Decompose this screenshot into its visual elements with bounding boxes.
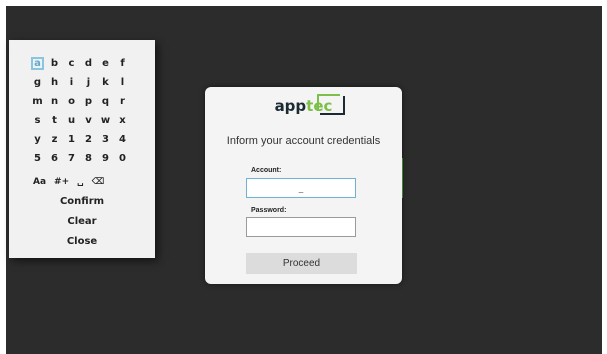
key-y[interactable]: y xyxy=(29,130,46,149)
space-icon: ␣ xyxy=(77,177,84,187)
confirm-button[interactable]: Confirm xyxy=(9,196,155,207)
key-e[interactable]: e xyxy=(97,54,114,73)
key-f[interactable]: f xyxy=(114,54,131,73)
key-z[interactable]: z xyxy=(46,130,63,149)
key-w[interactable]: w xyxy=(97,111,114,130)
key-b[interactable]: b xyxy=(46,54,63,73)
key-v[interactable]: v xyxy=(80,111,97,130)
key-3[interactable]: 3 xyxy=(97,130,114,149)
key-r[interactable]: r xyxy=(114,92,131,111)
login-dialog: apptec Inform your account credentials A… xyxy=(205,87,402,284)
apptec-logo: apptec xyxy=(205,97,402,115)
key-d[interactable]: d xyxy=(80,54,97,73)
key-8[interactable]: 8 xyxy=(80,149,97,168)
key-7[interactable]: 7 xyxy=(63,149,80,168)
key-a[interactable]: a xyxy=(31,57,44,70)
key-6[interactable]: 6 xyxy=(46,149,63,168)
key-h[interactable]: h xyxy=(46,73,63,92)
key-k[interactable]: k xyxy=(97,73,114,92)
key-o[interactable]: o xyxy=(63,92,80,111)
password-field[interactable] xyxy=(246,217,356,237)
keyboard-grid: a b c d e f g h i j k l m n o p q r s t … xyxy=(29,54,131,168)
key-g[interactable]: g xyxy=(29,73,46,92)
key-2[interactable]: 2 xyxy=(80,130,97,149)
key-c[interactable]: c xyxy=(63,54,80,73)
key-i[interactable]: i xyxy=(63,73,80,92)
account-label: Account: xyxy=(251,167,282,174)
account-field[interactable]: _ xyxy=(246,178,356,198)
clear-button[interactable]: Clear xyxy=(9,216,155,227)
key-t[interactable]: t xyxy=(46,111,63,130)
key-m[interactable]: m xyxy=(29,92,46,111)
key-l[interactable]: l xyxy=(114,73,131,92)
key-4[interactable]: 4 xyxy=(114,130,131,149)
key-q[interactable]: q xyxy=(97,92,114,111)
case-toggle-key[interactable]: Aa xyxy=(29,177,50,187)
password-label: Password: xyxy=(251,207,287,214)
key-u[interactable]: u xyxy=(63,111,80,130)
key-j[interactable]: j xyxy=(80,73,97,92)
key-p[interactable]: p xyxy=(80,92,97,111)
key-0[interactable]: 0 xyxy=(114,149,131,168)
logo-text-app: app xyxy=(274,97,307,115)
app-screen: a b c d e f g h i j k l m n o p q r s t … xyxy=(6,6,602,354)
key-x[interactable]: x xyxy=(114,111,131,130)
space-key[interactable]: ␣ xyxy=(73,177,87,187)
on-screen-keyboard: a b c d e f g h i j k l m n o p q r s t … xyxy=(9,40,155,258)
close-button[interactable]: Close xyxy=(9,236,155,247)
keyboard-special-row: Aa #+ ␣ ⌫ xyxy=(29,174,139,190)
credentials-headline: Inform your account credentials xyxy=(226,135,381,147)
key-1[interactable]: 1 xyxy=(63,130,80,149)
backspace-key[interactable]: ⌫ xyxy=(88,177,109,187)
key-9[interactable]: 9 xyxy=(97,149,114,168)
logo-dark-bracket xyxy=(320,96,345,115)
proceed-button[interactable]: Proceed xyxy=(246,253,357,274)
key-s[interactable]: s xyxy=(29,111,46,130)
key-n[interactable]: n xyxy=(46,92,63,111)
symbols-key[interactable]: #+ xyxy=(50,177,73,187)
backspace-icon: ⌫ xyxy=(91,177,105,187)
key-5[interactable]: 5 xyxy=(29,149,46,168)
